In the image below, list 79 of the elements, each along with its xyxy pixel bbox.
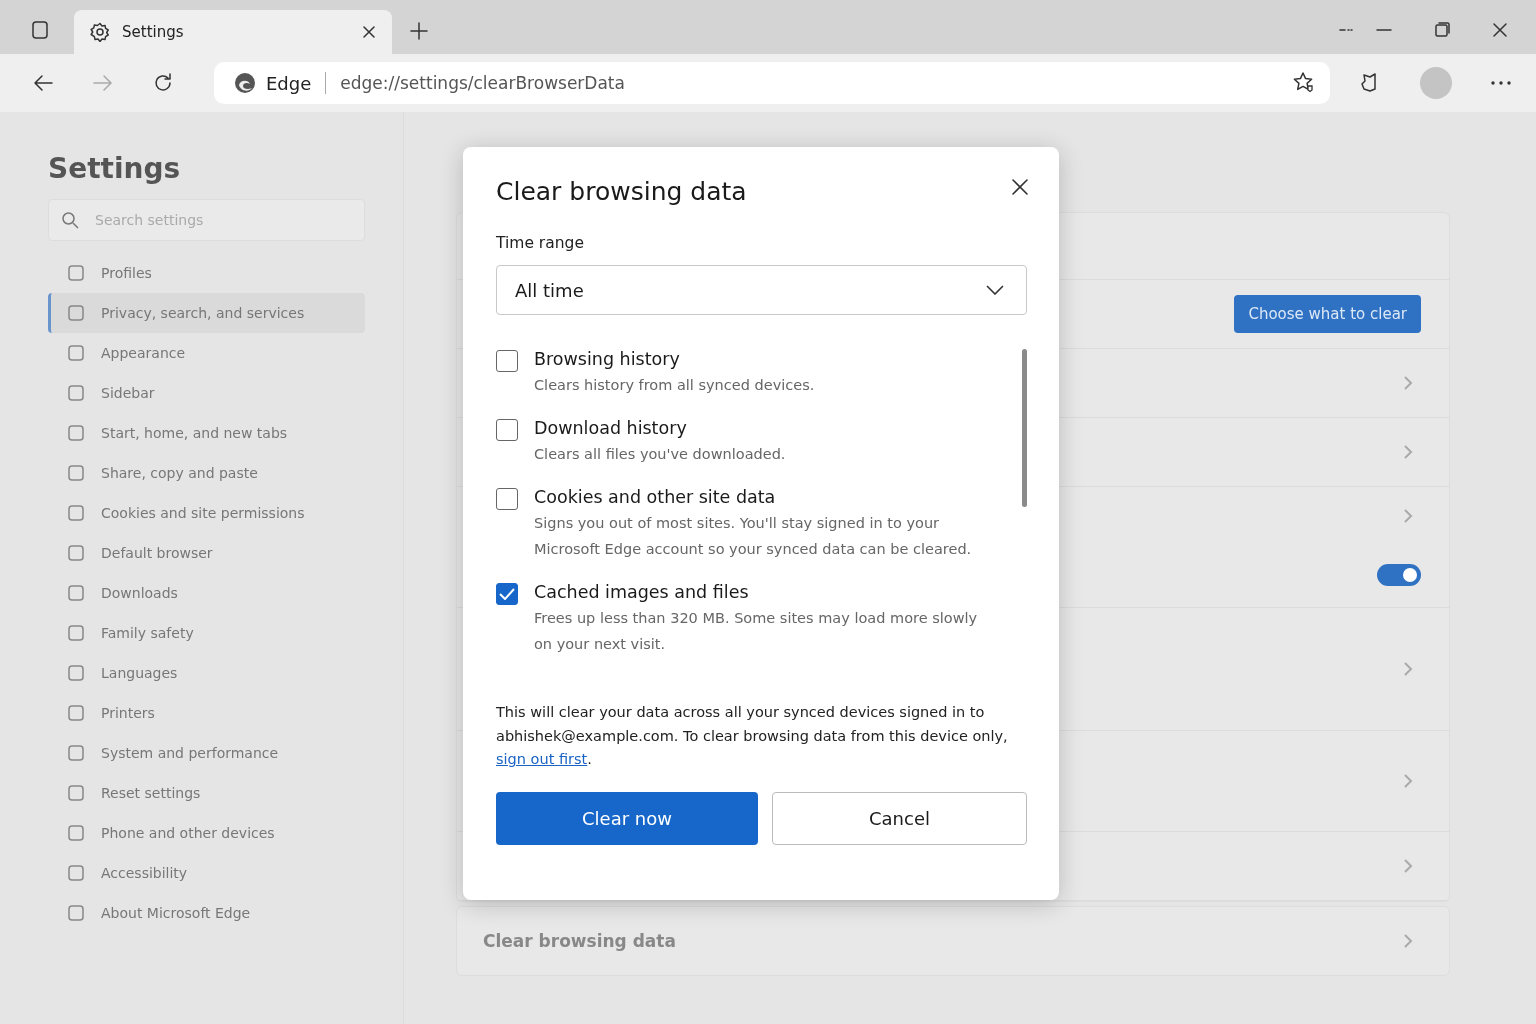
sidebar-item[interactable]: System and performance	[48, 733, 365, 773]
close-icon[interactable]	[1492, 22, 1508, 38]
search-field[interactable]: Search settings	[48, 199, 365, 241]
close-icon[interactable]	[1011, 178, 1029, 196]
sidebar-item[interactable]: Profiles	[48, 253, 365, 293]
option-label: Browsing history	[534, 349, 681, 369]
refresh-icon[interactable]	[152, 72, 174, 94]
section-title: Clear browsing data	[483, 931, 676, 951]
sidebar-item[interactable]: About Microsoft Edge	[48, 893, 365, 933]
item-icon	[67, 584, 85, 602]
item-icon	[67, 704, 85, 722]
settings-icon	[90, 22, 110, 42]
field-label: Time range	[496, 234, 585, 252]
url-text: edge://settings/clearBrowserData	[340, 73, 626, 93]
option-description: Frees up less than 320 MB. Some sites may load more slowly on your next visit.	[534, 609, 979, 654]
item-icon	[67, 864, 85, 882]
sidebar-item[interactable]: Family safety	[48, 613, 365, 653]
checkbox[interactable]	[496, 419, 518, 441]
sidebar-item[interactable]: Languages	[48, 653, 365, 693]
checkmark-icon	[499, 588, 515, 600]
sidebar-item[interactable]: Cookies and site permissions	[48, 493, 365, 533]
sign-out-link[interactable]: sign out first	[496, 751, 588, 767]
option-description: Clears history from all synced devices.	[534, 376, 816, 395]
sidebar-item[interactable]: Share, copy and paste	[48, 453, 365, 493]
sidebar-item[interactable]: Downloads	[48, 573, 365, 613]
sidebar-item[interactable]: Phone and other devices	[48, 813, 365, 853]
option-description: Clears all files you've downloaded.	[534, 445, 787, 464]
item-icon	[67, 304, 85, 322]
chevron-down-icon	[986, 285, 1004, 295]
tab-title: Settings	[122, 23, 185, 41]
sidebar-item[interactable]: Sidebar	[48, 373, 365, 413]
favorite-star-icon[interactable]	[1292, 71, 1316, 95]
item-icon	[67, 384, 85, 402]
item-icon	[67, 264, 85, 282]
item-icon	[67, 544, 85, 562]
browser-logo-icon	[234, 72, 256, 94]
close-icon[interactable]	[362, 25, 376, 39]
more-icon[interactable]	[1490, 80, 1512, 86]
choose-what-to-clear-button[interactable]: Choose what to clear	[1234, 295, 1421, 333]
item-icon	[67, 824, 85, 842]
option-label: Download history	[534, 418, 688, 438]
new-tab-icon[interactable]	[410, 22, 428, 40]
item-icon	[67, 744, 85, 762]
option-label: Cached images and files	[534, 582, 750, 602]
sidebar-item[interactable]: Default browser	[48, 533, 365, 573]
item-icon	[67, 504, 85, 522]
sidebar-item[interactable]: Start, home, and new tabs	[48, 413, 365, 453]
checkbox[interactable]	[496, 488, 518, 510]
item-icon	[67, 664, 85, 682]
item-icon	[67, 904, 85, 922]
site-name: Edge	[266, 72, 312, 94]
sidebar-item[interactable]: Reset settings	[48, 773, 365, 813]
clear-now-button[interactable]: Clear now	[496, 791, 758, 845]
option-description: Signs you out of most sites. You'll stay signed in to your Microsoft Edge account so your synced data can be cleared.	[534, 514, 973, 559]
tab-actions-icon[interactable]	[30, 20, 50, 40]
checkbox[interactable]	[496, 583, 518, 605]
address-bar[interactable]: Edge edge://settings/clearBrowserData	[214, 62, 1330, 104]
sidebar-item[interactable]: Appearance	[48, 333, 365, 373]
browser-tab[interactable]: Settings	[74, 10, 392, 54]
sidebar-item[interactable]: Privacy, search, and services	[48, 293, 365, 333]
sidebar-item[interactable]: Accessibility	[48, 853, 365, 893]
info-text: This will clear your data across all your synced devices signed in to abhishek@example.com. To clear browsing data from this device only, sign out first.	[496, 703, 1009, 769]
item-icon	[67, 424, 85, 442]
option-label: Cookies and other site data	[534, 487, 777, 507]
item-icon	[67, 344, 85, 362]
toggle-switch[interactable]	[1377, 564, 1421, 586]
checkbox[interactable]	[496, 350, 518, 372]
search-icon	[61, 211, 79, 229]
time-range-dropdown[interactable]: All time	[496, 265, 1027, 315]
scrollbar-thumb[interactable]	[1022, 349, 1027, 507]
dialog-title: Clear browsing data	[496, 177, 747, 206]
sidebar-title: Settings	[48, 152, 182, 185]
item-icon	[67, 784, 85, 802]
maximize-icon[interactable]	[1434, 22, 1450, 38]
item-icon	[67, 624, 85, 642]
cancel-button[interactable]: Cancel	[772, 791, 1027, 845]
item-icon	[67, 464, 85, 482]
back-icon[interactable]	[32, 72, 54, 94]
sidebar-item[interactable]: Printers	[48, 693, 365, 733]
